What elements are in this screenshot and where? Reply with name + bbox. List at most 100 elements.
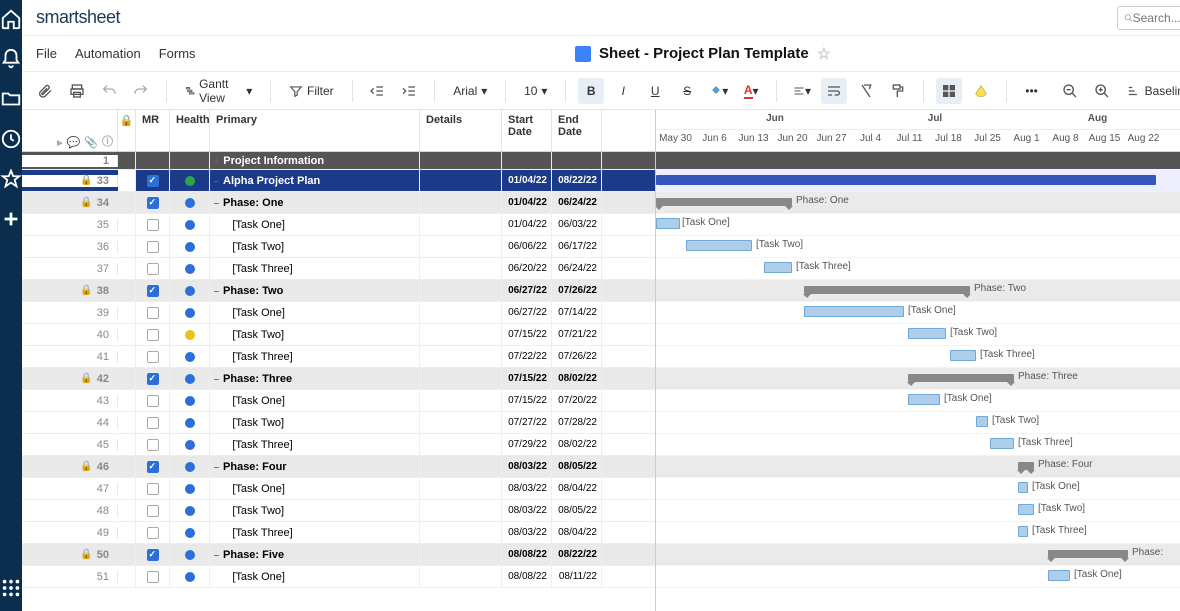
gantt-bar[interactable] bbox=[908, 328, 946, 339]
gantt-bar[interactable] bbox=[1048, 570, 1070, 581]
checkbox[interactable] bbox=[147, 571, 159, 583]
gantt-bar[interactable] bbox=[656, 175, 1156, 185]
checkbox[interactable] bbox=[147, 197, 159, 209]
checkbox[interactable] bbox=[147, 373, 159, 385]
grid-row[interactable]: 36 [Task Two]06/06/2206/17/22 bbox=[22, 236, 655, 258]
grid-row[interactable]: 35 [Task One]01/04/2206/03/22 bbox=[22, 214, 655, 236]
grid-body[interactable]: 1+Project Information🔒33–Alpha Project P… bbox=[22, 152, 655, 611]
menu-forms[interactable]: Forms bbox=[159, 46, 196, 61]
checkbox[interactable] bbox=[147, 351, 159, 363]
fill-color-button[interactable]: ▾ bbox=[706, 78, 732, 104]
text-color-button[interactable]: A▾ bbox=[738, 78, 764, 104]
grid-row[interactable]: 45 [Task Three]07/29/2208/02/22 bbox=[22, 434, 655, 456]
grid-row[interactable]: 43 [Task One]07/15/2207/20/22 bbox=[22, 390, 655, 412]
grid-row[interactable]: 37 [Task Three]06/20/2206/24/22 bbox=[22, 258, 655, 280]
gantt-row[interactable]: [Task One] bbox=[656, 566, 1180, 588]
baselines-button[interactable]: Baselines bbox=[1121, 84, 1180, 98]
undo-icon[interactable] bbox=[96, 78, 122, 104]
col-end[interactable]: End Date bbox=[552, 110, 602, 151]
grid-row[interactable]: 🔒42–Phase: Three07/15/2208/02/22 bbox=[22, 368, 655, 390]
checkbox[interactable] bbox=[147, 263, 159, 275]
grid-row[interactable]: 🔒46–Phase: Four08/03/2208/05/22 bbox=[22, 456, 655, 478]
home-icon[interactable] bbox=[0, 8, 22, 30]
grid-row[interactable]: 🔒50–Phase: Five08/08/2208/22/22 bbox=[22, 544, 655, 566]
lock-col[interactable]: 🔒 bbox=[118, 110, 136, 151]
col-start[interactable]: Start Date bbox=[502, 110, 552, 151]
gantt-bar[interactable] bbox=[1018, 462, 1034, 470]
grid-row[interactable]: 39 [Task One]06/27/2207/14/22 bbox=[22, 302, 655, 324]
gantt-row[interactable]: [Task Three] bbox=[656, 346, 1180, 368]
search-box[interactable] bbox=[1117, 6, 1180, 30]
font-selector[interactable]: Arial ▾ bbox=[447, 84, 493, 98]
gantt-row[interactable]: Phase: One bbox=[656, 192, 1180, 214]
grid-icon[interactable] bbox=[936, 78, 962, 104]
gantt-row[interactable]: Phase: Two bbox=[656, 280, 1180, 302]
gantt-bar[interactable] bbox=[764, 262, 792, 273]
checkbox[interactable] bbox=[147, 241, 159, 253]
checkbox[interactable] bbox=[147, 527, 159, 539]
gantt-bar[interactable] bbox=[908, 394, 940, 405]
clear-format-icon[interactable] bbox=[853, 78, 879, 104]
grid-row[interactable]: 40 [Task Two]07/15/2207/21/22 bbox=[22, 324, 655, 346]
wrap-button[interactable] bbox=[821, 78, 847, 104]
gantt-bar[interactable] bbox=[950, 350, 976, 361]
apps-icon[interactable] bbox=[0, 577, 22, 599]
filter-button[interactable]: Filter bbox=[283, 84, 340, 98]
star-icon[interactable] bbox=[0, 168, 22, 190]
gantt-bar[interactable] bbox=[908, 374, 1014, 382]
checkbox[interactable] bbox=[147, 505, 159, 517]
print-icon[interactable] bbox=[64, 78, 90, 104]
bell-icon[interactable] bbox=[0, 48, 22, 70]
menu-automation[interactable]: Automation bbox=[75, 46, 141, 61]
gantt-row[interactable] bbox=[656, 170, 1180, 192]
folder-icon[interactable] bbox=[0, 88, 22, 110]
gantt-row[interactable]: [Task Three] bbox=[656, 258, 1180, 280]
grid-row[interactable]: 48 [Task Two]08/03/2208/05/22 bbox=[22, 500, 655, 522]
gantt-row[interactable]: Phase: Three bbox=[656, 368, 1180, 390]
grid-row[interactable]: 51 [Task One]08/08/2208/11/22 bbox=[22, 566, 655, 588]
gantt-row[interactable]: [Task One] bbox=[656, 478, 1180, 500]
gantt-bar[interactable] bbox=[804, 286, 970, 294]
checkbox[interactable] bbox=[147, 219, 159, 231]
redo-icon[interactable] bbox=[128, 78, 154, 104]
underline-button[interactable]: U bbox=[642, 78, 668, 104]
gantt-row[interactable]: [Task One] bbox=[656, 302, 1180, 324]
gantt-row[interactable]: Phase: Four bbox=[656, 456, 1180, 478]
checkbox[interactable] bbox=[147, 175, 159, 187]
gantt-row[interactable]: [Task Three] bbox=[656, 522, 1180, 544]
col-primary[interactable]: Primary bbox=[210, 110, 420, 151]
grid-row[interactable]: 🔒38–Phase: Two06/27/2207/26/22 bbox=[22, 280, 655, 302]
gantt-bar[interactable] bbox=[976, 416, 988, 427]
col-mr[interactable]: MR bbox=[136, 110, 170, 151]
gantt-bar[interactable] bbox=[686, 240, 752, 251]
checkbox[interactable] bbox=[147, 461, 159, 473]
gantt-row[interactable]: [Task Two] bbox=[656, 236, 1180, 258]
checkbox[interactable] bbox=[147, 439, 159, 451]
checkbox[interactable] bbox=[147, 417, 159, 429]
bold-button[interactable]: B bbox=[578, 78, 604, 104]
gantt-row[interactable]: [Task Two] bbox=[656, 412, 1180, 434]
grid-row[interactable]: 41 [Task Three]07/22/2207/26/22 bbox=[22, 346, 655, 368]
gantt-bar[interactable] bbox=[656, 198, 792, 206]
strike-button[interactable]: S bbox=[674, 78, 700, 104]
zoom-out-icon[interactable] bbox=[1057, 78, 1083, 104]
highlight-icon[interactable] bbox=[968, 78, 994, 104]
gantt-bar[interactable] bbox=[1048, 550, 1128, 558]
gantt-row[interactable] bbox=[656, 152, 1180, 170]
gantt-row[interactable]: [Task One] bbox=[656, 390, 1180, 412]
gantt-bar[interactable] bbox=[804, 306, 904, 317]
grid-row[interactable]: 47 [Task One]08/03/2208/04/22 bbox=[22, 478, 655, 500]
grid-row[interactable]: 🔒33–Alpha Project Plan01/04/2208/22/22 bbox=[22, 170, 655, 192]
gantt-bar[interactable] bbox=[990, 438, 1014, 449]
gantt-row[interactable]: [Task Two] bbox=[656, 500, 1180, 522]
checkbox[interactable] bbox=[147, 395, 159, 407]
outdent-icon[interactable] bbox=[364, 78, 390, 104]
checkbox[interactable] bbox=[147, 549, 159, 561]
indent-icon[interactable] bbox=[396, 78, 422, 104]
search-input[interactable] bbox=[1133, 11, 1180, 25]
col-details[interactable]: Details bbox=[420, 110, 502, 151]
view-selector[interactable]: Gantt View ▾ bbox=[179, 77, 258, 105]
checkbox[interactable] bbox=[147, 483, 159, 495]
checkbox[interactable] bbox=[147, 307, 159, 319]
favorite-star-icon[interactable]: ☆ bbox=[817, 44, 831, 64]
